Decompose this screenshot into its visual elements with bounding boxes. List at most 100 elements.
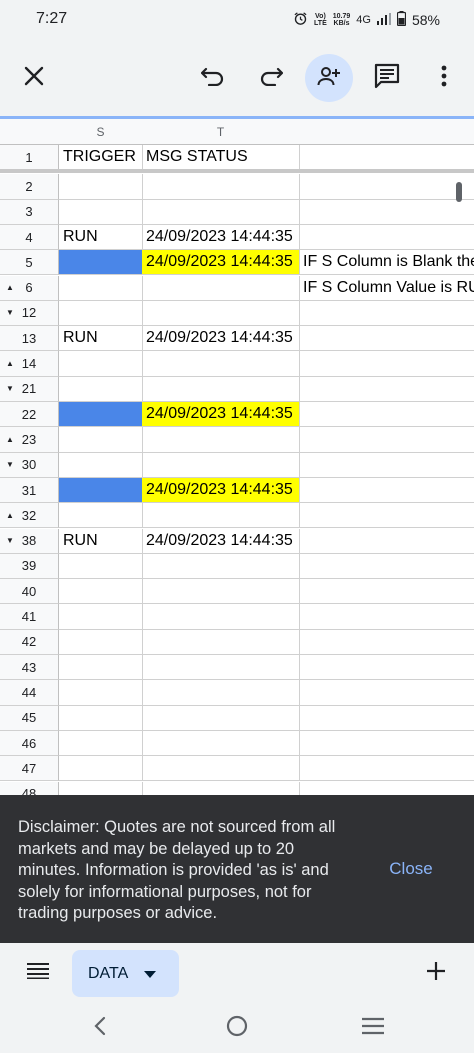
cell-s1[interactable]: TRIGGER xyxy=(59,145,143,171)
cell-next30[interactable] xyxy=(299,453,474,478)
cell-s46[interactable] xyxy=(59,730,143,757)
cell-next47[interactable] xyxy=(299,756,474,782)
row-header[interactable]: 32 ▲ xyxy=(0,503,59,529)
cell-t47[interactable] xyxy=(142,756,300,782)
cell-next2[interactable] xyxy=(299,174,474,200)
cell-s32[interactable] xyxy=(59,503,143,529)
cell-s41[interactable] xyxy=(59,604,143,630)
cell-t32[interactable] xyxy=(142,503,300,529)
cell-next45[interactable] xyxy=(299,706,474,731)
cell-next43[interactable] xyxy=(299,655,474,681)
cell-t39[interactable] xyxy=(142,553,300,580)
row-header[interactable]: 4 xyxy=(0,224,59,251)
cell-s45[interactable] xyxy=(59,705,143,731)
column-header-s[interactable]: S xyxy=(59,119,143,145)
all-sheets-button[interactable] xyxy=(18,955,58,991)
cell-next46[interactable] xyxy=(299,731,474,757)
share-button[interactable] xyxy=(305,54,353,102)
cell-s47[interactable] xyxy=(59,756,143,782)
cell-next32[interactable] xyxy=(299,503,474,529)
expand-rows-icon[interactable]: ▼ xyxy=(6,460,14,469)
more-options-button[interactable] xyxy=(420,54,468,102)
cell-next48[interactable] xyxy=(299,782,474,796)
row-header[interactable]: 13 xyxy=(0,326,59,352)
row-header[interactable]: 23 ▲ xyxy=(0,427,59,453)
cell-s12[interactable] xyxy=(59,300,143,327)
row-header[interactable]: 46 xyxy=(0,730,59,757)
row-header[interactable]: 12 ▼ xyxy=(0,300,59,327)
comment-button[interactable] xyxy=(363,54,411,102)
row-header[interactable]: 21 ▼ xyxy=(0,376,59,402)
cell-s40[interactable] xyxy=(59,579,143,605)
cell-next31[interactable] xyxy=(299,478,474,504)
nav-back-button[interactable] xyxy=(80,1013,120,1043)
cell-t45[interactable] xyxy=(142,705,300,731)
cell-next12[interactable] xyxy=(299,301,474,327)
cell-t6[interactable] xyxy=(142,275,300,301)
expand-rows-icon[interactable]: ▼ xyxy=(6,308,14,317)
cell-t14[interactable] xyxy=(142,351,300,377)
collapse-rows-icon[interactable]: ▲ xyxy=(6,511,14,520)
row-header[interactable]: 30 ▼ xyxy=(0,452,59,478)
select-all-corner[interactable] xyxy=(0,119,60,145)
cell-s22[interactable] xyxy=(59,402,143,428)
nav-home-button[interactable] xyxy=(217,1013,257,1043)
row-header[interactable]: 6 ▲ xyxy=(0,275,59,301)
cell-s39[interactable] xyxy=(59,553,143,580)
cell-s4[interactable]: RUN xyxy=(59,224,143,251)
close-button[interactable] xyxy=(10,54,58,102)
cell-next6[interactable]: IF S Column Value is RU xyxy=(299,276,474,301)
row-header[interactable]: 47 xyxy=(0,756,59,782)
cell-next38[interactable] xyxy=(299,529,474,554)
row-header[interactable]: 14 ▲ xyxy=(0,351,59,377)
cell-t21[interactable] xyxy=(142,376,300,402)
cell-next1[interactable] xyxy=(299,145,474,171)
cell-s23[interactable] xyxy=(59,427,143,453)
row-header[interactable]: 1 xyxy=(0,145,59,171)
cell-s38[interactable]: RUN xyxy=(59,528,143,554)
row-header[interactable]: 44 xyxy=(0,680,59,706)
cell-s31[interactable] xyxy=(59,477,143,504)
cell-next44[interactable] xyxy=(299,680,474,706)
row-header[interactable]: 48 xyxy=(0,781,59,795)
row-header[interactable]: 38 ▼ xyxy=(0,528,59,554)
spreadsheet-grid[interactable]: S T 1 TRIGGER MSG STATUS 2 3 4 RUN 24/09/2023 14:… xyxy=(0,119,474,795)
cell-t41[interactable] xyxy=(142,604,300,630)
cell-s42[interactable] xyxy=(59,629,143,655)
cell-next21[interactable] xyxy=(299,377,474,402)
cell-next23[interactable] xyxy=(299,427,474,453)
cell-t23[interactable] xyxy=(142,427,300,453)
cell-next4[interactable] xyxy=(299,225,474,251)
row-header[interactable]: 22 xyxy=(0,402,59,428)
cell-t3[interactable] xyxy=(142,199,300,225)
cell-s5[interactable] xyxy=(59,250,143,276)
cell-t46[interactable] xyxy=(142,730,300,757)
column-header-next[interactable] xyxy=(299,119,474,145)
row-header[interactable]: 41 xyxy=(0,604,59,630)
row-header[interactable]: 5 xyxy=(0,250,59,276)
cell-t5[interactable]: 24/09/2023 14:44:35 xyxy=(142,250,300,276)
cell-t2[interactable] xyxy=(142,174,300,200)
cell-next14[interactable] xyxy=(299,351,474,377)
expand-rows-icon[interactable]: ▼ xyxy=(6,384,14,393)
cell-t40[interactable] xyxy=(142,579,300,605)
dropdown-arrow-icon[interactable] xyxy=(144,965,157,983)
collapse-rows-icon[interactable]: ▲ xyxy=(6,283,14,292)
cell-s14[interactable] xyxy=(59,351,143,377)
row-header[interactable]: 3 xyxy=(0,199,59,225)
row-header[interactable]: 2 xyxy=(0,174,59,200)
row-header[interactable]: 31 xyxy=(0,477,59,504)
cell-s48[interactable] xyxy=(59,781,143,795)
cell-next13[interactable] xyxy=(299,326,474,352)
cell-t48[interactable] xyxy=(142,781,300,795)
cell-next42[interactable] xyxy=(299,630,474,655)
disclaimer-close-button[interactable]: Close xyxy=(380,855,442,883)
cell-t13[interactable]: 24/09/2023 14:44:35 xyxy=(142,326,300,352)
freeze-divider[interactable] xyxy=(0,169,474,173)
cell-s43[interactable] xyxy=(59,655,143,681)
row-header[interactable]: 43 xyxy=(0,655,59,681)
cell-t38[interactable]: 24/09/2023 14:44:35 xyxy=(142,528,300,554)
cell-s13[interactable]: RUN xyxy=(59,326,143,352)
collapse-rows-icon[interactable]: ▲ xyxy=(6,435,14,444)
cell-s6[interactable] xyxy=(59,275,143,301)
